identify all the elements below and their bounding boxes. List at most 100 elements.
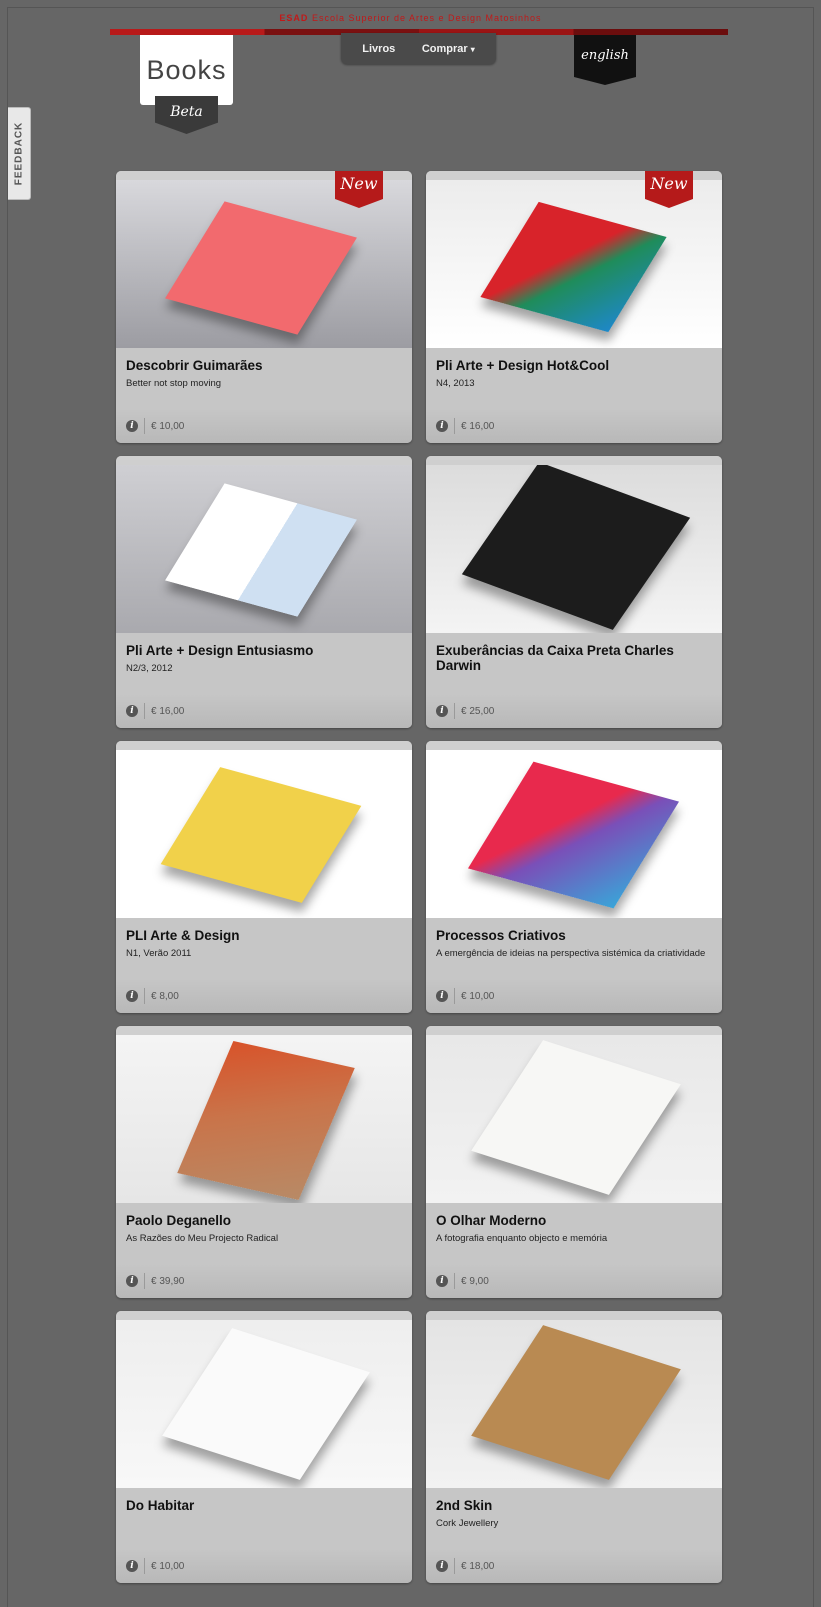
book-subtitle: As Razões do Meu Projecto Radical xyxy=(126,1233,279,1244)
book-grid: New Descobrir Guimarães Better not stop … xyxy=(116,171,722,1583)
book-card[interactable]: PLI Arte & Design N1, Verão 2011 i € 8,0… xyxy=(116,741,412,1013)
card-top-strip xyxy=(116,1026,412,1035)
feedback-label: FEEDBACK xyxy=(13,121,25,186)
book-illustration xyxy=(177,1040,355,1201)
school-abbr: ESAD xyxy=(279,13,309,23)
divider xyxy=(144,418,145,434)
language-switch[interactable]: english xyxy=(574,35,636,85)
book-illustration xyxy=(471,1040,681,1195)
book-illustration xyxy=(160,767,362,903)
book-card[interactable]: New Pli Arte + Design Hot&Cool N4, 2013 … xyxy=(426,171,722,443)
divider xyxy=(454,1273,455,1289)
book-price: € 39,90 xyxy=(151,1275,185,1287)
book-price: € 25,00 xyxy=(461,705,495,717)
book-card[interactable]: Processos Criativos A emergência de idei… xyxy=(426,741,722,1013)
card-footer: i € 10,00 xyxy=(116,1549,412,1583)
nav-item-comprar[interactable]: Comprar ▾ xyxy=(422,43,475,55)
divider xyxy=(144,1558,145,1574)
book-card[interactable]: O Olhar Moderno A fotografia enquanto ob… xyxy=(426,1026,722,1298)
book-title[interactable]: Pli Arte + Design Hot&Cool xyxy=(436,358,712,373)
info-icon[interactable]: i xyxy=(126,705,138,717)
book-illustration xyxy=(461,465,691,630)
book-cover-image[interactable] xyxy=(116,1320,412,1488)
divider xyxy=(454,1558,455,1574)
book-title[interactable]: Paolo Deganello xyxy=(126,1213,402,1228)
card-footer: i € 39,90 xyxy=(116,1264,412,1298)
divider xyxy=(144,1273,145,1289)
book-title[interactable]: 2nd Skin xyxy=(436,1498,712,1513)
book-card[interactable]: Pli Arte + Design Entusiasmo N2/3, 2012 … xyxy=(116,456,412,728)
book-title[interactable]: Processos Criativos xyxy=(436,928,712,943)
divider xyxy=(454,703,455,719)
chevron-down-icon: ▾ xyxy=(470,44,475,54)
book-illustration xyxy=(165,483,357,617)
school-line[interactable]: ESAD Escola Superior de Artes e Design M… xyxy=(0,13,821,23)
card-top-strip xyxy=(426,456,722,465)
book-subtitle: N2/3, 2012 xyxy=(126,663,173,674)
book-title[interactable]: Do Habitar xyxy=(126,1498,402,1513)
book-illustration xyxy=(471,1325,681,1480)
card-top-strip xyxy=(426,1026,722,1035)
divider xyxy=(454,988,455,1004)
book-title[interactable]: Descobrir Guimarães xyxy=(126,358,402,373)
book-title[interactable]: PLI Arte & Design xyxy=(126,928,402,943)
feedback-tab[interactable]: FEEDBACK xyxy=(8,107,31,200)
divider xyxy=(144,703,145,719)
main-nav: Livros Comprar ▾ xyxy=(341,33,496,64)
card-top-strip xyxy=(426,741,722,750)
books-logo[interactable]: Books xyxy=(140,35,233,105)
nav-item-comprar-label: Comprar xyxy=(421,42,468,55)
info-icon[interactable]: i xyxy=(126,1560,138,1572)
book-card[interactable]: Exuberâncias da Caixa Preta Charles Darw… xyxy=(426,456,722,728)
book-cover-image[interactable] xyxy=(116,750,412,918)
book-illustration xyxy=(480,201,667,333)
book-price: € 8,00 xyxy=(151,990,179,1002)
card-footer: i € 18,00 xyxy=(426,1549,722,1583)
info-icon[interactable]: i xyxy=(436,420,448,432)
card-footer: i € 9,00 xyxy=(426,1264,722,1298)
book-cover-image[interactable] xyxy=(116,1035,412,1203)
book-title[interactable]: Pli Arte + Design Entusiasmo xyxy=(126,643,402,658)
book-cover-image[interactable] xyxy=(116,180,412,348)
book-cover-image[interactable] xyxy=(426,465,722,633)
card-footer: i € 8,00 xyxy=(116,979,412,1013)
card-footer: i € 10,00 xyxy=(116,409,412,443)
book-cover-image[interactable] xyxy=(426,750,722,918)
book-illustration xyxy=(165,201,357,335)
card-footer: i € 25,00 xyxy=(426,694,722,728)
book-cover-image[interactable] xyxy=(116,465,412,633)
info-icon[interactable]: i xyxy=(126,990,138,1002)
book-price: € 9,00 xyxy=(461,1275,489,1287)
divider xyxy=(454,418,455,434)
info-icon[interactable]: i xyxy=(436,1275,448,1287)
card-footer: i € 16,00 xyxy=(116,694,412,728)
book-card[interactable]: 2nd Skin Cork Jewellery i € 18,00 xyxy=(426,1311,722,1583)
book-cover-image[interactable] xyxy=(426,1035,722,1203)
info-icon[interactable]: i xyxy=(436,990,448,1002)
divider xyxy=(144,988,145,1004)
book-subtitle: A fotografia enquanto objecto e memória xyxy=(436,1233,608,1244)
book-cover-image[interactable] xyxy=(426,180,722,348)
book-title[interactable]: O Olhar Moderno xyxy=(436,1213,712,1228)
book-subtitle: Cork Jewellery xyxy=(436,1518,499,1529)
book-price: € 18,00 xyxy=(461,1560,495,1572)
book-title[interactable]: Exuberâncias da Caixa Preta Charles Darw… xyxy=(436,643,712,673)
book-subtitle: N4, 2013 xyxy=(436,378,475,389)
book-price: € 16,00 xyxy=(151,705,185,717)
book-price: € 16,00 xyxy=(461,420,495,432)
info-icon[interactable]: i xyxy=(126,1275,138,1287)
book-card[interactable]: Do Habitar i € 10,00 xyxy=(116,1311,412,1583)
info-icon[interactable]: i xyxy=(126,420,138,432)
book-price: € 10,00 xyxy=(151,1560,185,1572)
book-card[interactable]: Paolo Deganello As Razões do Meu Project… xyxy=(116,1026,412,1298)
book-illustration xyxy=(467,761,680,909)
nav-item-livros[interactable]: Livros xyxy=(362,43,395,55)
school-name: Escola Superior de Artes e Design Matosi… xyxy=(311,13,542,23)
info-icon[interactable]: i xyxy=(436,1560,448,1572)
info-icon[interactable]: i xyxy=(436,705,448,717)
book-illustration xyxy=(162,1328,370,1480)
card-top-strip xyxy=(116,741,412,750)
book-cover-image[interactable] xyxy=(426,1320,722,1488)
card-top-strip xyxy=(426,1311,722,1320)
book-card[interactable]: New Descobrir Guimarães Better not stop … xyxy=(116,171,412,443)
